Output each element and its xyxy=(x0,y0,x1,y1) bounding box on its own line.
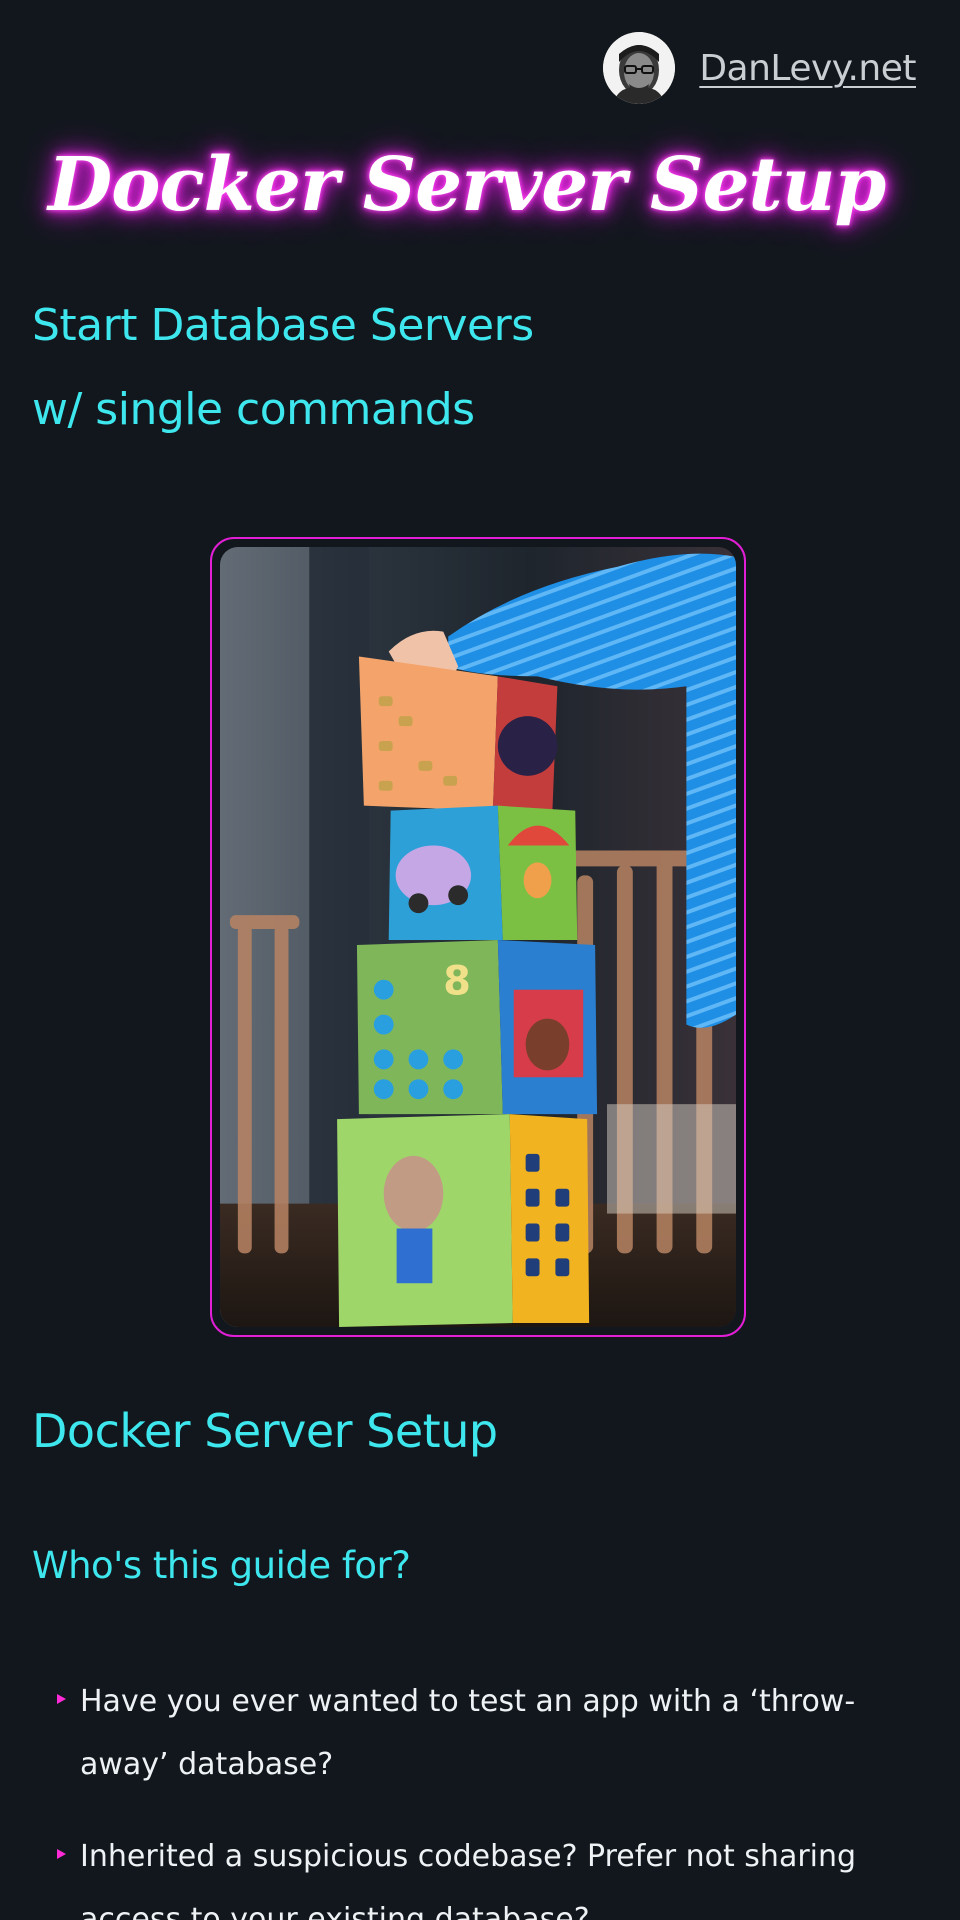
site-home-link[interactable]: DanLevy.net xyxy=(699,48,916,89)
list-item-text: Have you ever wanted to test an app with… xyxy=(80,1684,856,1782)
site-header: DanLevy.net xyxy=(603,30,916,106)
svg-text:8: 8 xyxy=(443,959,471,1005)
hero-subtitle-line1: Start Database Servers xyxy=(32,300,534,351)
avatar[interactable] xyxy=(603,32,676,104)
list-item: Inherited a suspicious codebase? Prefer … xyxy=(0,1825,960,1920)
hero-subtitle-line2: w/ single commands xyxy=(32,384,475,435)
hero-image-frame: 8 xyxy=(210,537,746,1337)
bullet-arrow-icon xyxy=(57,1694,66,1704)
list-item: Have you ever wanted to test an app with… xyxy=(0,1670,960,1796)
hero-title: Docker Server Setup xyxy=(48,142,886,228)
article-heading: Docker Server Setup xyxy=(32,1404,498,1458)
list-item-text: Inherited a suspicious codebase? Prefer … xyxy=(80,1839,857,1920)
audience-list: Have you ever wanted to test an app with… xyxy=(0,1670,960,1920)
stacked-toy-blocks-photo: 8 xyxy=(220,547,736,1327)
bullet-arrow-icon xyxy=(57,1849,66,1859)
article-subheading: Who's this guide for? xyxy=(32,1544,411,1587)
